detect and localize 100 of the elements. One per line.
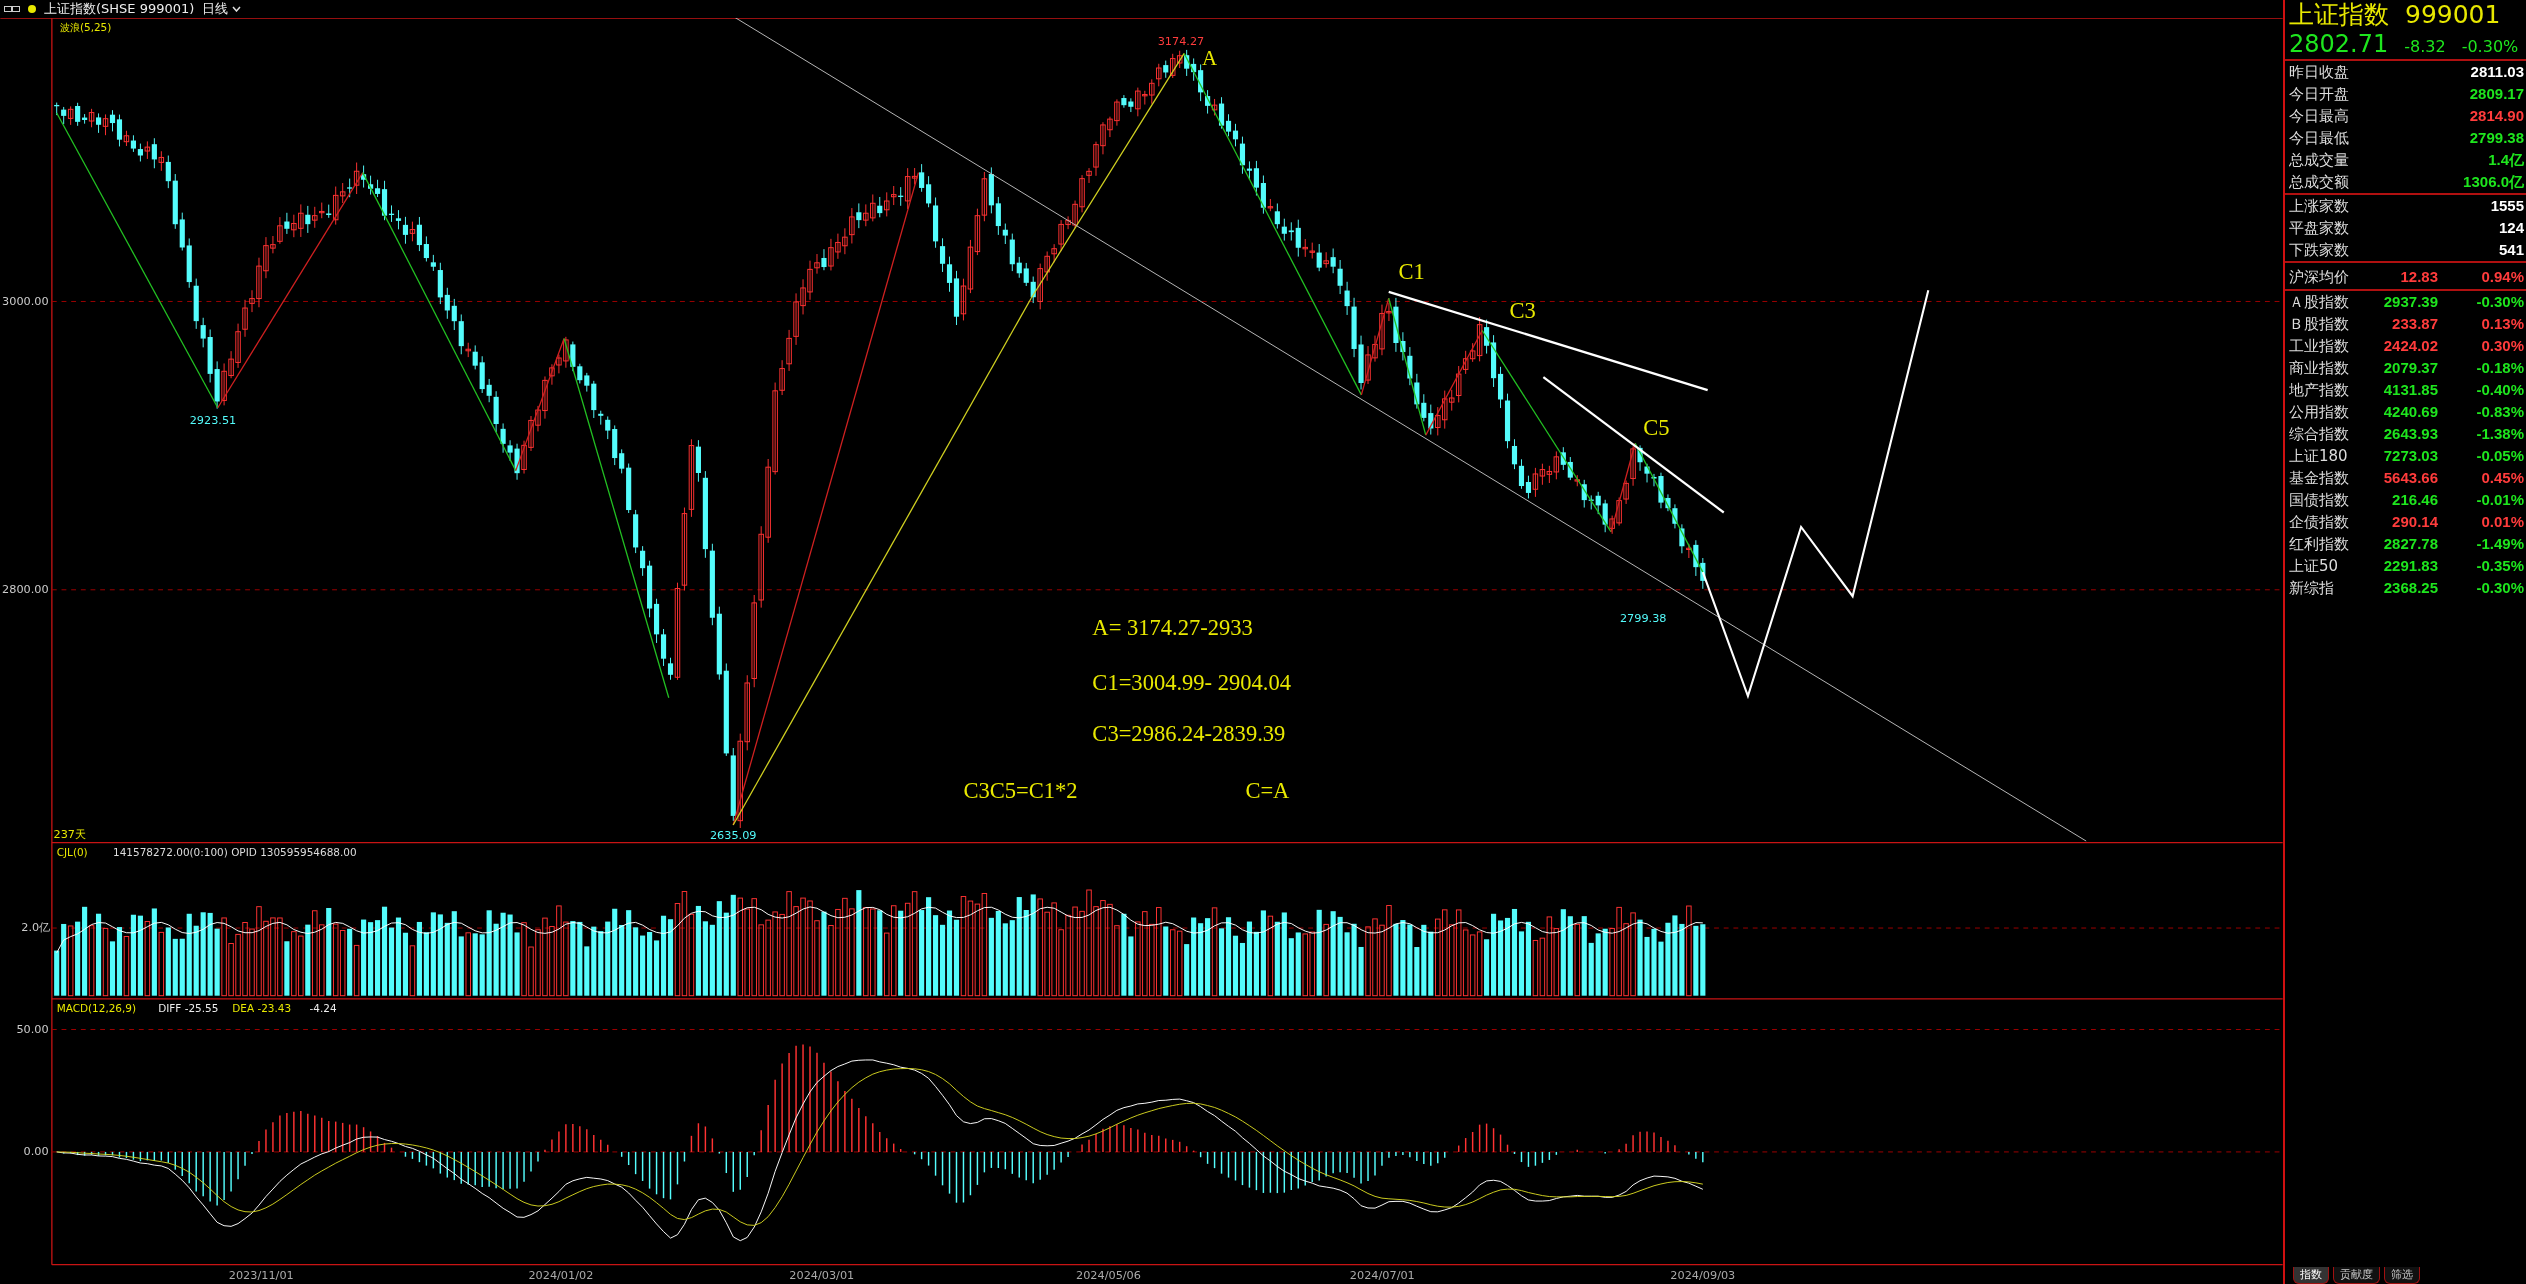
- stat-value: 233.87: [2391, 314, 2438, 334]
- stat-label: 企债指数: [2289, 512, 2349, 533]
- annotation-text: C3=2986.24-2839.39: [1092, 721, 1286, 747]
- stat-label: 今日最高: [2289, 106, 2349, 127]
- chart-title: 上证指数(SHSE 999001): [44, 0, 195, 18]
- stat-label: 昨日收盘: [2289, 62, 2349, 83]
- stat-label: 上证50: [2289, 556, 2339, 577]
- bar-count-label: 237天: [53, 827, 86, 841]
- quote-code: 999001: [2405, 0, 2501, 30]
- stat-change: 0.94%: [2480, 267, 2524, 287]
- stat-label: 基金指数: [2289, 468, 2349, 489]
- stat-value: 2809.17: [2469, 84, 2524, 104]
- stat-label: 工业指数: [2289, 336, 2349, 357]
- stat-value: 2937.39: [2382, 292, 2438, 312]
- stat-change: -0.35%: [2475, 556, 2524, 576]
- low-price-label: 2799.38: [1619, 612, 1667, 625]
- panel-tab[interactable]: 筛选: [2384, 1266, 2420, 1284]
- low-price-label: 2635.09: [709, 829, 757, 843]
- stat-value: 2079.37: [2382, 358, 2438, 378]
- stat-value: 216.46: [2391, 490, 2438, 510]
- stat-label: 新综指: [2289, 578, 2334, 599]
- stat-change: -0.40%: [2475, 380, 2524, 400]
- stat-value: 2799.38: [2469, 128, 2524, 148]
- axis-label: 50.00: [16, 1022, 49, 1036]
- stat-change: -0.30%: [2475, 292, 2524, 312]
- stat-change: 0.30%: [2480, 336, 2524, 356]
- stat-label: 综合指数: [2289, 424, 2349, 445]
- quote-change-percent: -0.30%: [2461, 36, 2519, 58]
- axis-label: 3000.00: [2, 294, 49, 308]
- stat-change: 0.13%: [2480, 314, 2524, 334]
- panel-tab[interactable]: 贡献度: [2333, 1266, 2380, 1284]
- dea-reading: DEA -23.43: [232, 1001, 292, 1014]
- stat-label: 今日开盘: [2289, 84, 2349, 105]
- quote-price: 2802.71: [2289, 30, 2389, 58]
- stat-label: 总成交额: [2289, 172, 2349, 193]
- annotation-text: C=A: [1245, 777, 1290, 803]
- date-label: 2024/09/03: [1670, 1269, 1736, 1283]
- stat-value: 2643.93: [2382, 424, 2438, 444]
- stat-value: 7273.03: [2382, 446, 2438, 466]
- date-label: 2024/05/06: [1076, 1269, 1141, 1283]
- annotation-text: A= 3174.27-2933: [1092, 614, 1253, 640]
- stat-value: 2827.78: [2382, 534, 2438, 554]
- stat-change: 0.45%: [2480, 468, 2524, 488]
- stat-value: 290.14: [2391, 512, 2438, 532]
- stat-label: 沪深均价: [2289, 267, 2349, 288]
- indicator-label: 波浪(5,25): [59, 20, 112, 33]
- stat-value: 2811.03: [2470, 62, 2524, 82]
- stat-value: 4240.69: [2382, 402, 2438, 422]
- stat-value: 2368.25: [2382, 578, 2438, 598]
- stat-value: 2424.02: [2382, 336, 2438, 356]
- stat-change: -0.05%: [2475, 446, 2524, 466]
- axis-label: 0.00: [23, 1145, 49, 1159]
- annotation-text: C1=3004.99- 2904.04: [1092, 669, 1291, 695]
- stat-label: Ａ股指数: [2289, 292, 2349, 313]
- wave-label: C1: [1398, 258, 1425, 284]
- stat-value: 541: [2498, 240, 2524, 260]
- diff-reading: DIFF -25.55: [158, 1001, 219, 1014]
- axis-label: 2800.00: [2, 583, 49, 596]
- quote-name: 上证指数: [2289, 0, 2389, 30]
- stat-label: 总成交量: [2289, 150, 2349, 171]
- stat-value: 2814.90: [2469, 106, 2524, 126]
- stat-value: 12.83: [2399, 267, 2438, 287]
- date-label: 2024/01/02: [528, 1269, 594, 1283]
- stat-change: -0.83%: [2475, 402, 2524, 422]
- stat-label: 今日最低: [2289, 128, 2349, 149]
- date-label: 2024/07/01: [1349, 1269, 1415, 1283]
- stat-label: 下跌家数: [2289, 240, 2349, 261]
- macd-reading: -4.24: [309, 1001, 337, 1014]
- stat-change: -0.18%: [2475, 358, 2524, 378]
- stat-change: -0.01%: [2475, 490, 2524, 510]
- stat-change: 0.01%: [2480, 512, 2524, 532]
- annotation-text: C3C5=C1*2: [963, 777, 1078, 803]
- date-label: 2024/03/01: [789, 1269, 855, 1283]
- stat-label: 公用指数: [2289, 402, 2349, 423]
- stat-label: 地产指数: [2289, 380, 2349, 401]
- axis-label: 2.0亿: [21, 921, 51, 935]
- stat-value: 1306.0亿: [2463, 172, 2524, 192]
- wave-label: C3: [1509, 297, 1536, 323]
- stat-change: -1.49%: [2475, 534, 2524, 554]
- stat-label: 红利指数: [2289, 534, 2349, 555]
- stat-value: 124: [2498, 218, 2524, 238]
- panel-tab[interactable]: 指数: [2293, 1266, 2329, 1284]
- stat-value: 1.4亿: [2488, 150, 2524, 170]
- wave-label: C5: [1643, 415, 1670, 441]
- date-label: 2023/11/01: [228, 1269, 294, 1283]
- stat-value: 5643.66: [2382, 468, 2438, 488]
- low-price-label: 2923.51: [189, 413, 237, 427]
- stat-label: 平盘家数: [2289, 218, 2349, 239]
- stat-label: 上证180: [2289, 446, 2348, 467]
- stat-label: Ｂ股指数: [2289, 314, 2349, 335]
- quote-change: -8.32: [2404, 36, 2446, 58]
- indicator-label: MACD(12,26,9): [56, 1001, 137, 1014]
- stat-change: -0.30%: [2475, 578, 2524, 598]
- stat-label: 上涨家数: [2289, 196, 2349, 217]
- stat-label: 商业指数: [2289, 358, 2349, 379]
- indicator-label: CJL(0): [56, 845, 88, 858]
- stat-change: -1.38%: [2475, 424, 2524, 444]
- period-dropdown[interactable]: 日线: [202, 0, 242, 18]
- stat-value: 4131.85: [2382, 380, 2438, 400]
- stat-value: 1555: [2490, 196, 2524, 216]
